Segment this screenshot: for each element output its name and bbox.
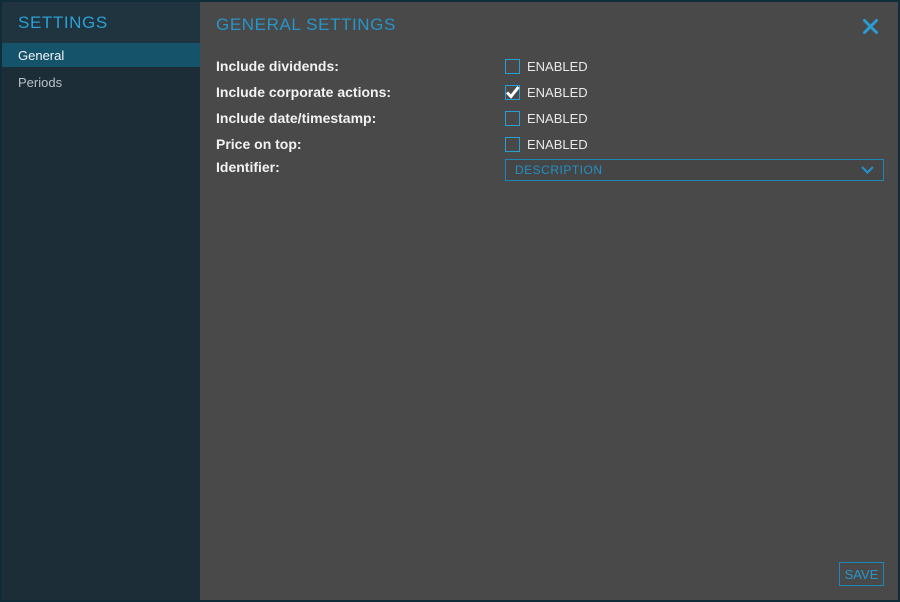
sidebar-title: SETTINGS [2, 2, 200, 43]
enabled-label: ENABLED [527, 137, 588, 152]
enabled-label: ENABLED [527, 111, 588, 126]
setting-row-include-corporate-actions: Include corporate actions: ENABLED [200, 79, 898, 105]
close-x-icon [862, 18, 879, 38]
main-header: GENERAL SETTINGS [200, 2, 898, 35]
price-on-top-checkbox[interactable] [505, 137, 520, 152]
setting-row-include-date-timestamp: Include date/timestamp: ENABLED [200, 105, 898, 131]
page-title: GENERAL SETTINGS [216, 15, 396, 34]
include-dividends-checkbox[interactable] [505, 59, 520, 74]
settings-form: Include dividends: ENABLED Include corpo… [200, 53, 898, 185]
setting-row-include-dividends: Include dividends: ENABLED [200, 53, 898, 79]
close-button[interactable] [860, 18, 880, 38]
main-panel: GENERAL SETTINGS Include dividends: [200, 2, 898, 600]
enabled-label: ENABLED [527, 59, 588, 74]
setting-label: Price on top: [216, 136, 505, 152]
setting-row-identifier: Identifier: DESCRIPTION [200, 157, 898, 185]
sidebar-item-label: General [18, 48, 64, 63]
setting-label: Include dividends: [216, 58, 505, 74]
chevron-down-icon [861, 163, 874, 177]
setting-label: Include date/timestamp: [216, 110, 505, 126]
identifier-dropdown-value: DESCRIPTION [515, 163, 603, 177]
setting-label: Include corporate actions: [216, 84, 505, 100]
sidebar-item-general[interactable]: General [2, 43, 200, 67]
setting-label: Identifier: [216, 159, 505, 175]
sidebar: SETTINGS General Periods [2, 2, 200, 600]
sidebar-item-periods[interactable]: Periods [2, 70, 200, 94]
include-corporate-actions-checkbox[interactable] [505, 85, 520, 100]
setting-row-price-on-top: Price on top: ENABLED [200, 131, 898, 157]
enabled-label: ENABLED [527, 85, 588, 100]
include-date-timestamp-checkbox[interactable] [505, 111, 520, 126]
sidebar-item-label: Periods [18, 75, 62, 90]
checkmark-icon [506, 86, 519, 99]
identifier-dropdown[interactable]: DESCRIPTION [505, 159, 884, 181]
save-button[interactable]: SAVE [839, 562, 884, 586]
settings-dialog: SETTINGS General Periods GENERAL SETTING… [0, 0, 900, 602]
